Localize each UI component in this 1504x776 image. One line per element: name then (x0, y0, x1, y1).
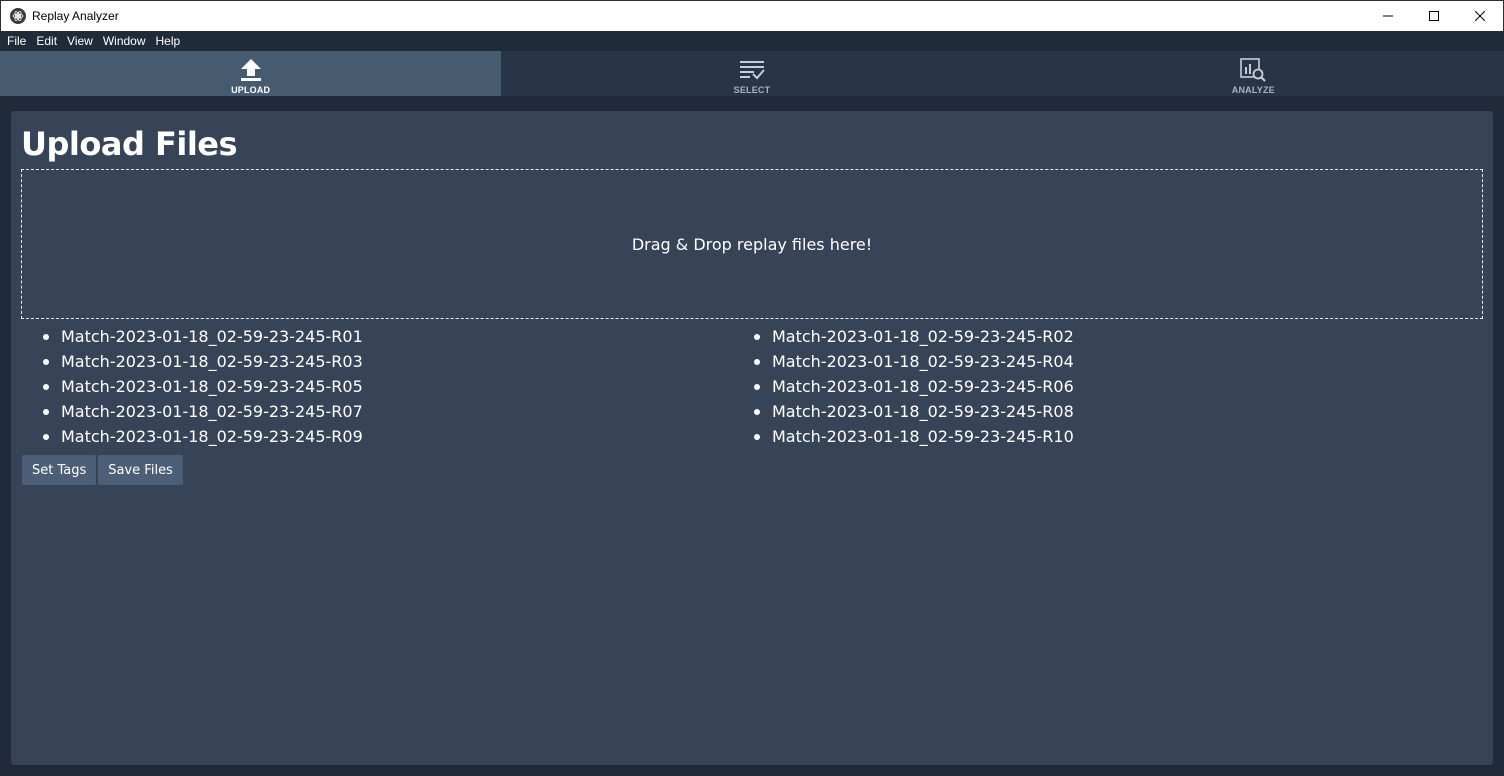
title-bar: Replay Analyzer (0, 0, 1504, 31)
file-name: Match-2023-01-18_02-59-23-245-R09 (61, 427, 363, 446)
bullet-icon (754, 409, 760, 415)
list-item: Match-2023-01-18_02-59-23-245-R07 (21, 399, 732, 424)
bullet-icon (43, 359, 49, 365)
minimize-button[interactable] (1365, 1, 1411, 31)
close-button[interactable] (1457, 1, 1503, 31)
upload-icon (237, 56, 265, 84)
bullet-icon (43, 434, 49, 440)
file-name: Match-2023-01-18_02-59-23-245-R10 (772, 427, 1074, 446)
set-tags-button[interactable]: Set Tags (22, 455, 97, 485)
drop-zone[interactable]: Drag & Drop replay files here! (21, 169, 1483, 319)
list-item: Match-2023-01-18_02-59-23-245-R01 (21, 324, 732, 349)
list-item: Match-2023-01-18_02-59-23-245-R06 (732, 374, 1443, 399)
tab-select[interactable]: SELECT (501, 51, 1002, 96)
menu-file[interactable]: File (2, 31, 31, 51)
page-title: Upload Files (21, 125, 238, 163)
tab-upload-label: UPLOAD (231, 85, 271, 95)
file-name: Match-2023-01-18_02-59-23-245-R02 (772, 327, 1074, 346)
menu-view[interactable]: View (62, 31, 98, 51)
upload-panel: Upload Files Drag & Drop replay files he… (11, 111, 1493, 765)
bullet-icon (43, 409, 49, 415)
chart-search-icon (1239, 56, 1267, 84)
bullet-icon (43, 384, 49, 390)
close-icon (1475, 11, 1485, 21)
menu-window[interactable]: Window (98, 31, 151, 51)
list-item: Match-2023-01-18_02-59-23-245-R09 (21, 424, 732, 449)
save-files-button[interactable]: Save Files (98, 455, 183, 485)
window-title: Replay Analyzer (32, 9, 119, 23)
file-name: Match-2023-01-18_02-59-23-245-R04 (772, 352, 1074, 371)
bullet-icon (43, 334, 49, 340)
file-name: Match-2023-01-18_02-59-23-245-R07 (61, 402, 363, 421)
file-name: Match-2023-01-18_02-59-23-245-R08 (772, 402, 1074, 421)
list-item: Match-2023-01-18_02-59-23-245-R08 (732, 399, 1443, 424)
file-name: Match-2023-01-18_02-59-23-245-R03 (61, 352, 363, 371)
menu-help[interactable]: Help (151, 31, 186, 51)
tab-analyze-label: ANALYZE (1231, 85, 1275, 95)
maximize-icon (1429, 11, 1439, 21)
list-item: Match-2023-01-18_02-59-23-245-R02 (732, 324, 1443, 349)
file-name: Match-2023-01-18_02-59-23-245-R01 (61, 327, 363, 346)
file-name: Match-2023-01-18_02-59-23-245-R06 (772, 377, 1074, 396)
maximize-button[interactable] (1411, 1, 1457, 31)
action-buttons: Set Tags Save Files (22, 455, 183, 485)
drop-zone-text: Drag & Drop replay files here! (631, 234, 873, 254)
file-name: Match-2023-01-18_02-59-23-245-R05 (61, 377, 363, 396)
bullet-icon (754, 384, 760, 390)
menu-edit[interactable]: Edit (31, 31, 62, 51)
tab-analyze[interactable]: ANALYZE (1003, 51, 1504, 96)
tab-bar: UPLOAD SELECT ANALYZE (0, 51, 1504, 96)
tab-select-label: SELECT (733, 85, 771, 95)
minimize-icon (1383, 15, 1393, 17)
bullet-icon (754, 359, 760, 365)
list-item: Match-2023-01-18_02-59-23-245-R03 (21, 349, 732, 374)
tab-upload[interactable]: UPLOAD (0, 51, 502, 96)
file-list: Match-2023-01-18_02-59-23-245-R01 Match-… (21, 324, 1483, 449)
checklist-icon (738, 56, 766, 84)
app-icon (10, 8, 26, 24)
list-item: Match-2023-01-18_02-59-23-245-R05 (21, 374, 732, 399)
bullet-icon (754, 334, 760, 340)
menu-bar: File Edit View Window Help (0, 31, 1504, 51)
list-item: Match-2023-01-18_02-59-23-245-R10 (732, 424, 1443, 449)
bullet-icon (754, 434, 760, 440)
list-item: Match-2023-01-18_02-59-23-245-R04 (732, 349, 1443, 374)
window-controls (1365, 1, 1503, 31)
